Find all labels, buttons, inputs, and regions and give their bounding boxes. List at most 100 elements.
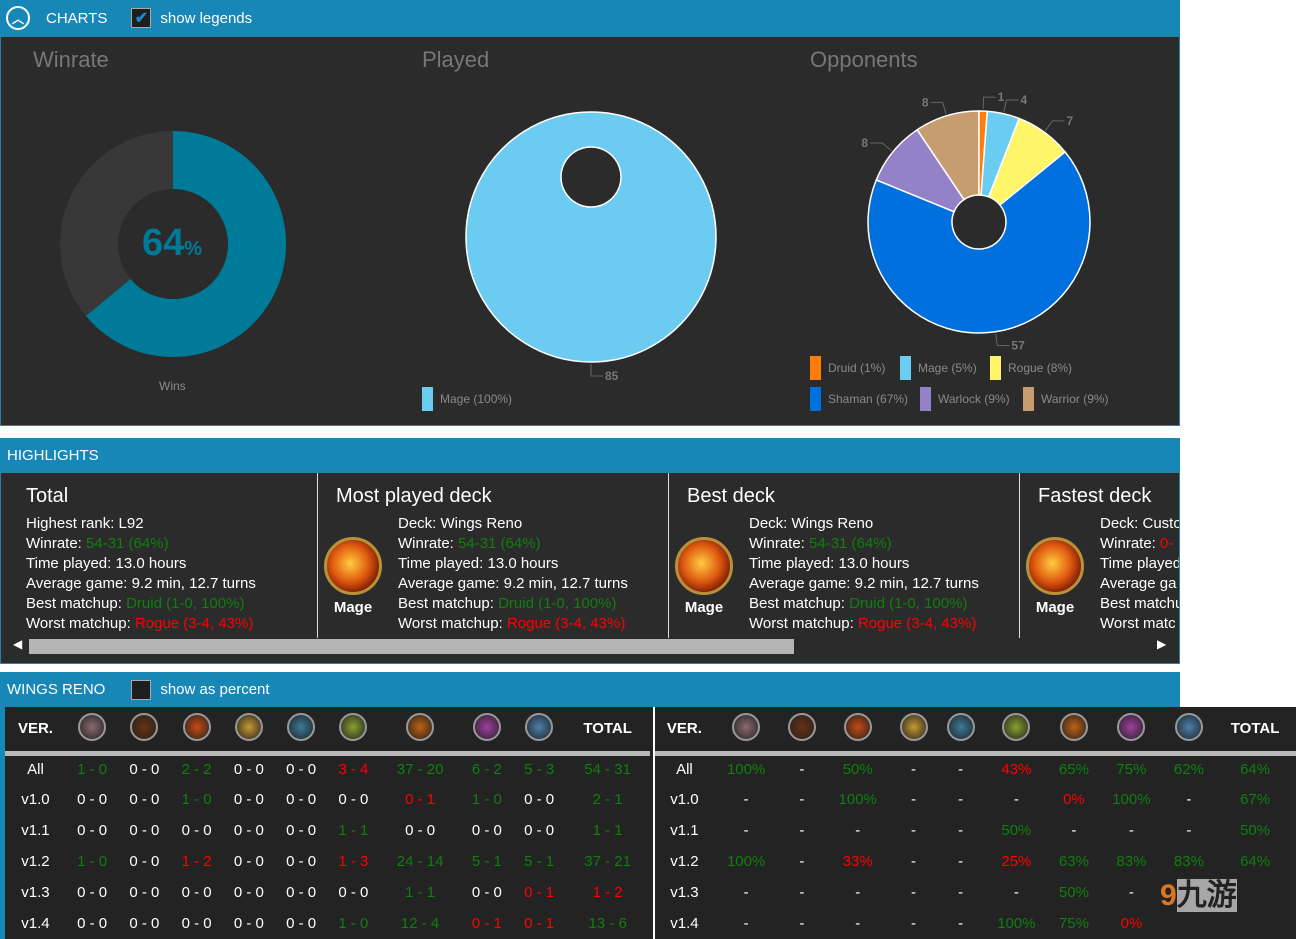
- table-cell: -: [911, 761, 917, 779]
- highlight-fastest: Fastest deck Mage Deck: Custo Winrate: 0…: [1019, 473, 1179, 638]
- class-badge: Mage: [1026, 537, 1084, 616]
- data-label: 7: [1066, 114, 1073, 128]
- highlight-total: Total Highest rank: L92 Winrate: 54-31 (…: [26, 485, 256, 632]
- legend-swatch: [810, 387, 821, 411]
- mage-icon: [182, 712, 211, 741]
- collapse-chevron-up-icon[interactable]: ︿: [6, 6, 30, 30]
- version-cell: All: [27, 761, 44, 779]
- table-cell: 50%: [1240, 822, 1271, 839]
- ver-header: VER.: [666, 720, 702, 738]
- table-cell: 0 - 0: [524, 822, 555, 839]
- table-cell: 5 - 1: [524, 853, 555, 870]
- mage-icon: [843, 712, 872, 741]
- scrollbar-thumb[interactable]: [29, 639, 794, 654]
- table-cell: -: [911, 853, 917, 870]
- highlight-most-played: Most played deck Mage Deck: Wings Reno W…: [317, 473, 668, 638]
- druid-icon: [732, 712, 761, 741]
- table-cell: 6 - 2: [471, 761, 502, 779]
- opponents-legend-item: Druid (1%): [810, 356, 885, 380]
- table-cell: -: [743, 791, 749, 808]
- table-cell: 3 - 4: [338, 761, 369, 779]
- table-cell: 83%: [1116, 853, 1147, 870]
- table-cell: 0 - 0: [286, 915, 317, 932]
- table-cell: -: [799, 884, 805, 901]
- hunter-icon: [787, 712, 816, 741]
- table-cell: -: [958, 791, 964, 808]
- table-cell: 1 - 0: [77, 761, 108, 779]
- paladin-icon: [899, 712, 928, 741]
- version-cell: v1.1: [21, 822, 50, 839]
- total-header: TOTAL: [583, 720, 632, 738]
- version-cell: v1.2: [21, 853, 50, 870]
- table-cell: 0%: [1063, 791, 1085, 808]
- table-cell: -: [799, 853, 805, 870]
- class-badge: Mage: [324, 537, 382, 616]
- table-cell: 1 - 1: [405, 884, 436, 901]
- table-cell: 33%: [842, 853, 873, 870]
- table-header-row: VER. TOTAL: [655, 707, 1296, 753]
- table-row: v1.0 0 - 0 0 - 0 1 - 0 0 - 0 0 - 0 0 - 0 0 - 1 1…: [5, 784, 650, 815]
- table-cell: 37 - 20: [396, 761, 444, 779]
- table-cell: 1 - 2: [181, 853, 212, 870]
- data-label-leader: [995, 333, 1010, 347]
- table-cell: 0 - 0: [77, 791, 108, 808]
- version-cell: v1.3: [670, 884, 699, 901]
- table-cell: 0 - 0: [286, 822, 317, 839]
- opponents-legend-item: Warlock (9%): [920, 387, 1010, 411]
- table-cell: -: [1186, 791, 1192, 808]
- table-cell: 0 - 0: [129, 791, 160, 808]
- druid-icon: [78, 712, 107, 741]
- table-cell: -: [855, 822, 861, 839]
- total-header: TOTAL: [1230, 720, 1280, 738]
- table-cell: 0 - 0: [233, 884, 264, 901]
- table-cell: 0 - 0: [233, 853, 264, 870]
- show-as-percent-checkbox[interactable]: [131, 679, 152, 700]
- table-cell: 1 - 0: [181, 791, 212, 808]
- show-legends-label: show legends: [160, 9, 253, 27]
- table-cell: -: [958, 761, 964, 779]
- table-cell: 0 - 0: [286, 884, 317, 901]
- table-cell: 25%: [1001, 853, 1032, 870]
- data-label: 8: [922, 95, 929, 109]
- scroll-left-arrow-icon[interactable]: ◀: [13, 637, 22, 651]
- version-cell: v1.4: [670, 915, 699, 932]
- table-cell: 1 - 1: [592, 822, 623, 839]
- table-cell: 0 - 1: [524, 915, 555, 932]
- table-cell: 0 - 0: [77, 884, 108, 901]
- legend-swatch: [920, 387, 931, 411]
- table-cell: 0 - 0: [129, 915, 160, 932]
- table-cell: 0 - 0: [524, 791, 555, 808]
- table-cell: 0 - 0: [77, 915, 108, 932]
- table-cell: -: [1013, 884, 1019, 901]
- table-cell: -: [799, 915, 805, 932]
- table-cell: 0 - 0: [129, 761, 160, 779]
- highlights-scrollbar[interactable]: ◀ ▶: [1, 637, 1179, 655]
- table-row: v1.4 0 - 0 0 - 0 0 - 0 0 - 0 0 - 0 1 - 0 12 - 4…: [5, 908, 650, 939]
- table-cell: 0 - 0: [181, 915, 212, 932]
- data-label: 1: [998, 90, 1005, 104]
- table-cell: -: [1186, 822, 1192, 839]
- table-cell: 0 - 0: [181, 822, 212, 839]
- table-cell: -: [958, 884, 964, 901]
- legend-swatch: [990, 356, 1001, 380]
- table-cell: -: [911, 822, 917, 839]
- table-cell: 12 - 4: [400, 915, 440, 932]
- table-cell: -: [743, 884, 749, 901]
- table-cell: -: [1013, 791, 1019, 808]
- version-cell: v1.0: [670, 791, 699, 808]
- show-legends-checkbox[interactable]: ✔: [131, 8, 152, 28]
- table-cell: 1 - 0: [471, 791, 502, 808]
- table-cell: 13 - 6: [588, 915, 627, 932]
- charts-panel: Winrate Played Opponents 64% 85 1 4 7 57 8 8 W…: [0, 36, 1180, 426]
- data-label-leader: [930, 101, 947, 115]
- priest-icon: [946, 712, 975, 741]
- data-label-leader: [1045, 120, 1065, 131]
- table-cell: 1 - 0: [77, 853, 108, 870]
- opponents-legend-item: Rogue (8%): [990, 356, 1072, 380]
- table-cell: 0 - 0: [471, 884, 502, 901]
- version-cell: v1.2: [670, 853, 699, 870]
- scroll-right-arrow-icon[interactable]: ▶: [1157, 637, 1166, 651]
- table-cell: 0 - 0: [286, 791, 317, 808]
- table-cell: 65%: [1058, 761, 1089, 779]
- table-row: v1.2 1 - 0 0 - 0 1 - 2 0 - 0 0 - 0 1 - 3 24 - 1…: [5, 846, 650, 877]
